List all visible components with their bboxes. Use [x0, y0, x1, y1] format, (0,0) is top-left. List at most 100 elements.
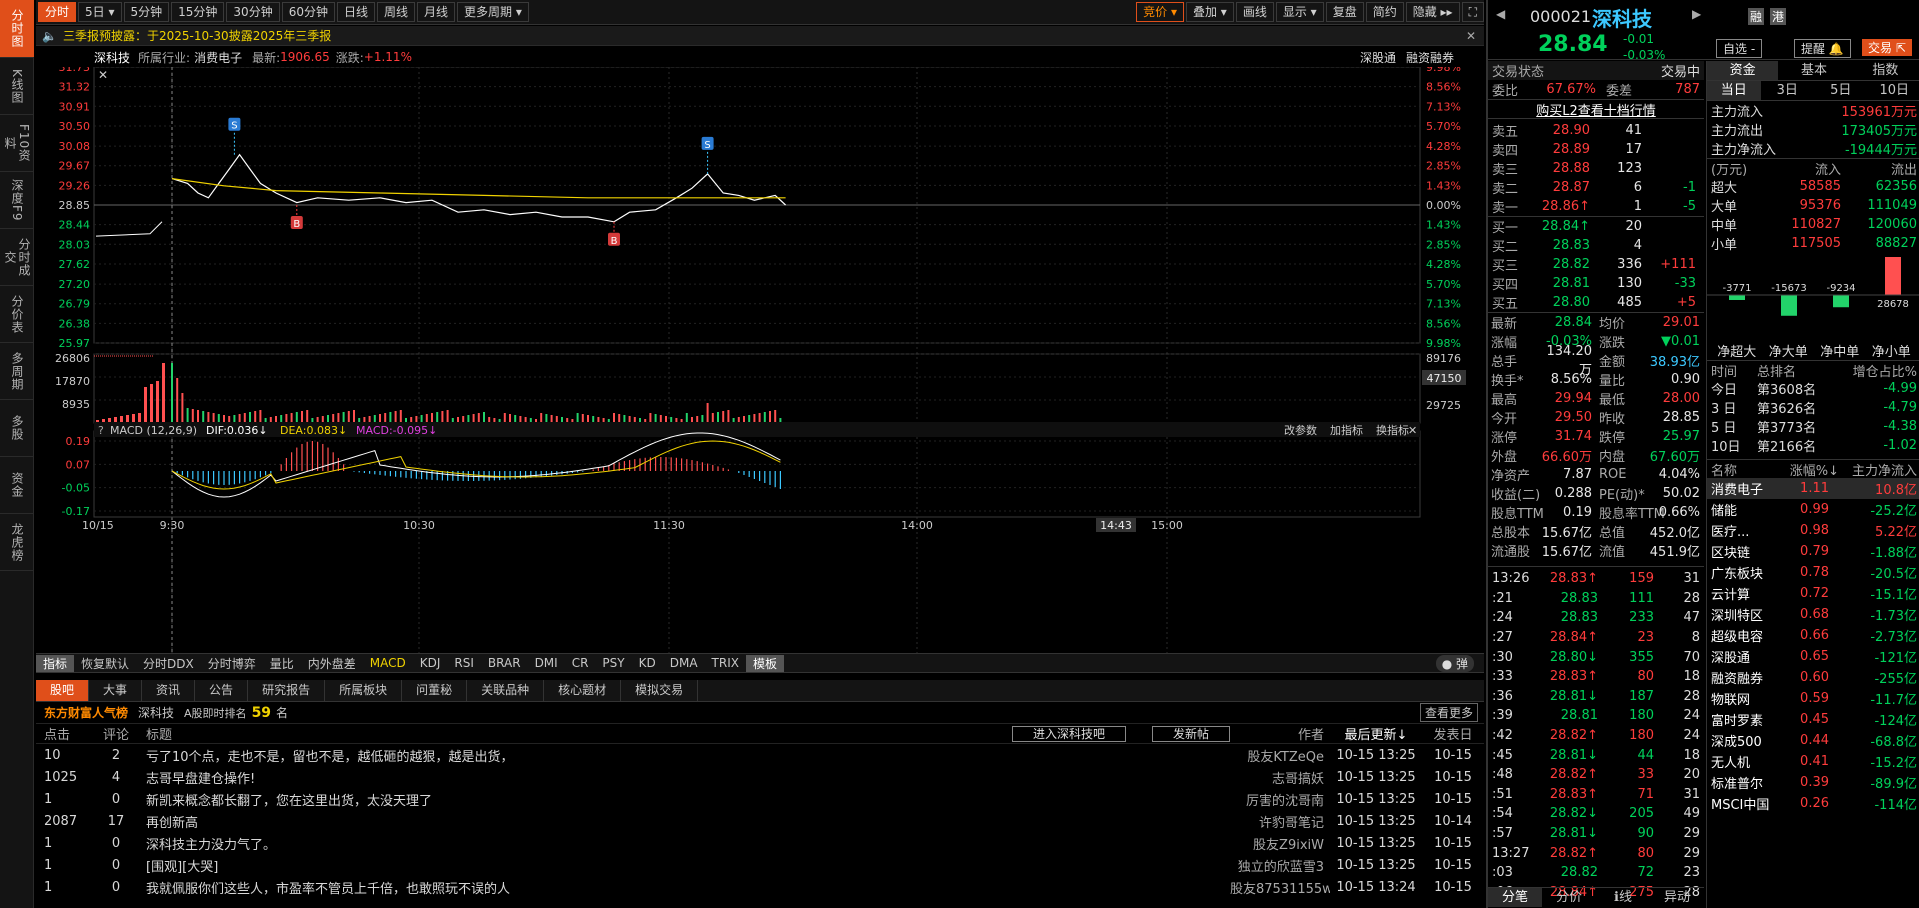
sector-row[interactable]: 深成500 0.44 -68.8亿 — [1707, 730, 1919, 751]
forum-cell[interactable]: 亏了10个点，走也不是，留也不是，越低砸的越狠，越是出货， — [138, 746, 1230, 765]
sector-row[interactable]: 物联网 0.59 -11.7亿 — [1707, 688, 1919, 709]
sector-col[interactable]: 主力净流入 — [1839, 460, 1917, 479]
forum-row[interactable]: 2087 17 再创新高 许豹哥笔记 10-15 13:25 10-14 — [36, 810, 1484, 832]
more-button[interactable]: 查看更多 — [1419, 703, 1478, 722]
forum-row[interactable]: 1025 4 志哥早盘建仓操作! 志哥搞妖 10-15 13:25 10-15 — [36, 766, 1484, 788]
nav-item-4[interactable]: 分时成交 — [0, 229, 34, 286]
indicator-tab-6[interactable]: MACD — [363, 656, 413, 670]
prev-stock-icon[interactable]: ◀ — [1496, 7, 1505, 21]
indicator-tab-15[interactable]: TRIX — [705, 656, 746, 670]
sector-row[interactable]: MSCI中国 0.26 -114亿 — [1707, 793, 1919, 814]
tick-list[interactable]: 13:26 28.83↑ 159 31:21 28.83 111 28:24 28.83 233… — [1488, 566, 1704, 902]
sector-row[interactable]: 超级电容 0.66 -2.73亿 — [1707, 625, 1919, 646]
tool-btn-3[interactable]: 显示 ▾ — [1275, 2, 1324, 22]
indicator-tab-13[interactable]: KD — [632, 656, 663, 670]
forum-tab-2[interactable]: 资讯 — [142, 680, 196, 701]
indicator-tab-4[interactable]: 量比 — [263, 655, 301, 672]
sector-row[interactable]: 无人机 0.41 -15.2亿 — [1707, 751, 1919, 772]
ask-row[interactable]: 卖四 28.89 17 — [1488, 140, 1704, 159]
trade-button[interactable]: 交易 ⇱ — [1862, 39, 1912, 56]
sector-row[interactable]: 融资融券 0.60 -255亿 — [1707, 667, 1919, 688]
forum-cell[interactable]: 我就佩服你们这些人，市盈率不管员上千倍，也敢照玩不误的人 — [138, 878, 1230, 897]
indicator-tab-7[interactable]: KDJ — [413, 656, 448, 670]
forum-tab-1[interactable]: 大事 — [89, 680, 143, 701]
nav-item-2[interactable]: F10资料 — [0, 115, 34, 172]
tool-btn-0[interactable]: 竞价 ▾ — [1136, 2, 1184, 22]
intraday-chart[interactable]: 31.73 9.98% 31.32 8.56% 30.91 7.13% 30.50 5.70%… — [36, 61, 1484, 661]
forum-cell[interactable]: [围观][大哭] — [138, 856, 1230, 875]
forum-cell[interactable]: 独立的欣蓝雪3 — [1230, 856, 1330, 875]
nav-item-3[interactable]: 深度F9 — [0, 172, 34, 229]
sector-row[interactable]: 区块链 0.79 -1.88亿 — [1707, 541, 1919, 562]
nav-item-7[interactable]: 多股 — [0, 400, 34, 457]
help-icon[interactable]: ? — [98, 424, 104, 437]
indicator-tab-0[interactable]: 指标 — [36, 654, 75, 672]
indicator-tab-11[interactable]: CR — [565, 656, 596, 670]
indicator-tab-16[interactable]: 模板 — [745, 654, 784, 672]
forum-col-5[interactable]: 发表日 — [1422, 724, 1484, 743]
forum-row[interactable]: 1 0 深科技主力没力气了。 股友Z9ixiW 10-15 13:25 10-15 — [36, 832, 1484, 854]
forum-cell[interactable]: 志哥搞妖 — [1230, 768, 1330, 787]
forum-tab-0[interactable]: 股吧 — [36, 680, 90, 701]
macd-btn-2[interactable]: 换指标 — [1376, 423, 1409, 437]
macd-close-icon[interactable]: ✕ — [1408, 424, 1417, 437]
nav-item-9[interactable]: 龙虎榜 — [0, 514, 34, 571]
forum-cell[interactable]: 志哥早盘建仓操作! — [138, 768, 1230, 787]
indicator-tab-2[interactable]: 分时DDX — [136, 655, 201, 672]
period-tab-5[interactable]: 60分钟 — [281, 2, 335, 22]
close-icon[interactable]: ✕ — [1466, 29, 1476, 43]
close-chart-icon[interactable]: ✕ — [98, 68, 108, 82]
nav-item-0[interactable]: 分时图 — [0, 0, 34, 58]
sector-row[interactable]: 标准普尔 0.39 -89.9亿 — [1707, 772, 1919, 793]
forum-cell[interactable]: 股友87531155w6 — [1230, 878, 1330, 897]
margin-badge[interactable]: 融 — [1748, 8, 1765, 25]
forum-tab-3[interactable]: 公告 — [195, 680, 249, 701]
forum-tab-6[interactable]: 问董秘 — [402, 680, 468, 701]
new-post-button[interactable]: 发新帖 — [1152, 726, 1231, 742]
enter-forum-button[interactable]: 进入深科技吧 — [1012, 726, 1127, 742]
tool-btn-6[interactable]: 隐藏 ▸▸ — [1405, 2, 1460, 22]
period-tab-8[interactable]: 月线 — [417, 2, 456, 22]
bid-row[interactable]: 买一 28.84↑ 20 — [1488, 217, 1704, 236]
period-tab-2[interactable]: 5日 — [1814, 81, 1868, 100]
fullscreen-icon[interactable]: ⛶ — [1461, 2, 1484, 22]
tool-btn-4[interactable]: 复盘 — [1325, 2, 1364, 22]
tag-margin[interactable]: 融资融券 — [1406, 49, 1454, 66]
period-tab-0[interactable]: 分时 — [38, 2, 77, 22]
period-tab-1[interactable]: 3日 — [1761, 81, 1815, 100]
nav-item-6[interactable]: 多周期 — [0, 343, 34, 400]
forum-cell[interactable]: 股友Z9ixiW — [1230, 834, 1330, 853]
period-tab-4[interactable]: 30分钟 — [226, 2, 280, 22]
ask-row[interactable]: 卖五 28.90 41 — [1488, 121, 1704, 140]
level2-link[interactable]: 购买L2查看十档行情 — [1488, 99, 1704, 119]
forum-tab-8[interactable]: 核心题材 — [544, 680, 622, 701]
sector-row[interactable]: 储能 0.99 -25.2亿 — [1707, 499, 1919, 520]
period-tab-0[interactable]: 当日 — [1707, 81, 1761, 100]
forum-cell[interactable]: 深科技主力没力气了。 — [138, 834, 1230, 853]
indicator-tab-8[interactable]: RSI — [447, 656, 481, 670]
forum-row[interactable]: 1 0 [围观][大哭] 独立的欣蓝雪3 10-15 13:25 10-15 — [36, 854, 1484, 876]
indicator-tab-3[interactable]: 分时博弈 — [201, 655, 263, 672]
bid-row[interactable]: 买四 28.81 130 -33 — [1488, 274, 1704, 293]
watchlist-button[interactable]: 自选 - — [1716, 39, 1763, 58]
sector-list[interactable]: 消费电子 1.11 10.8亿 储能 0.99 -25.2亿 医疗... 0.98 5.22亿区… — [1707, 478, 1919, 814]
forum-row[interactable]: 10 2 亏了10个点，走也不是，留也不是，越低砸的越狠，越是出货， 股友KTZeQe… — [36, 744, 1484, 766]
indicator-tab-9[interactable]: BRAR — [481, 656, 528, 670]
period-tab-7[interactable]: 周线 — [377, 2, 416, 22]
sector-col[interactable]: 涨幅%↓ — [1777, 460, 1839, 479]
bid-row[interactable]: 买二 28.83 4 — [1488, 236, 1704, 255]
indicator-tab-12[interactable]: PSY — [595, 656, 631, 670]
remind-button[interactable]: 提醒 🔔 — [1794, 39, 1851, 58]
period-tab-3[interactable]: 10日 — [1868, 81, 1919, 100]
macd-btn-0[interactable]: 改参数 — [1284, 423, 1317, 437]
tick-tab-2[interactable]: ℹ线 — [1596, 888, 1650, 907]
indicator-tab-14[interactable]: DMA — [663, 656, 705, 670]
sector-row[interactable]: 消费电子 1.11 10.8亿 — [1707, 478, 1919, 499]
tool-btn-2[interactable]: 画线 — [1235, 2, 1274, 22]
sector-row[interactable]: 深圳特区 0.68 -1.73亿 — [1707, 604, 1919, 625]
tool-btn-5[interactable]: 简约 — [1365, 2, 1404, 22]
chart-area[interactable]: 31.73 9.98% 31.32 8.56% 30.91 7.13% 30.50 5.70%… — [36, 61, 1484, 661]
forum-cell[interactable]: 股友KTZeQe — [1230, 746, 1330, 765]
sector-row[interactable]: 广东板块 0.78 -20.5亿 — [1707, 562, 1919, 583]
indicator-tab-5[interactable]: 内外盘差 — [301, 655, 363, 672]
